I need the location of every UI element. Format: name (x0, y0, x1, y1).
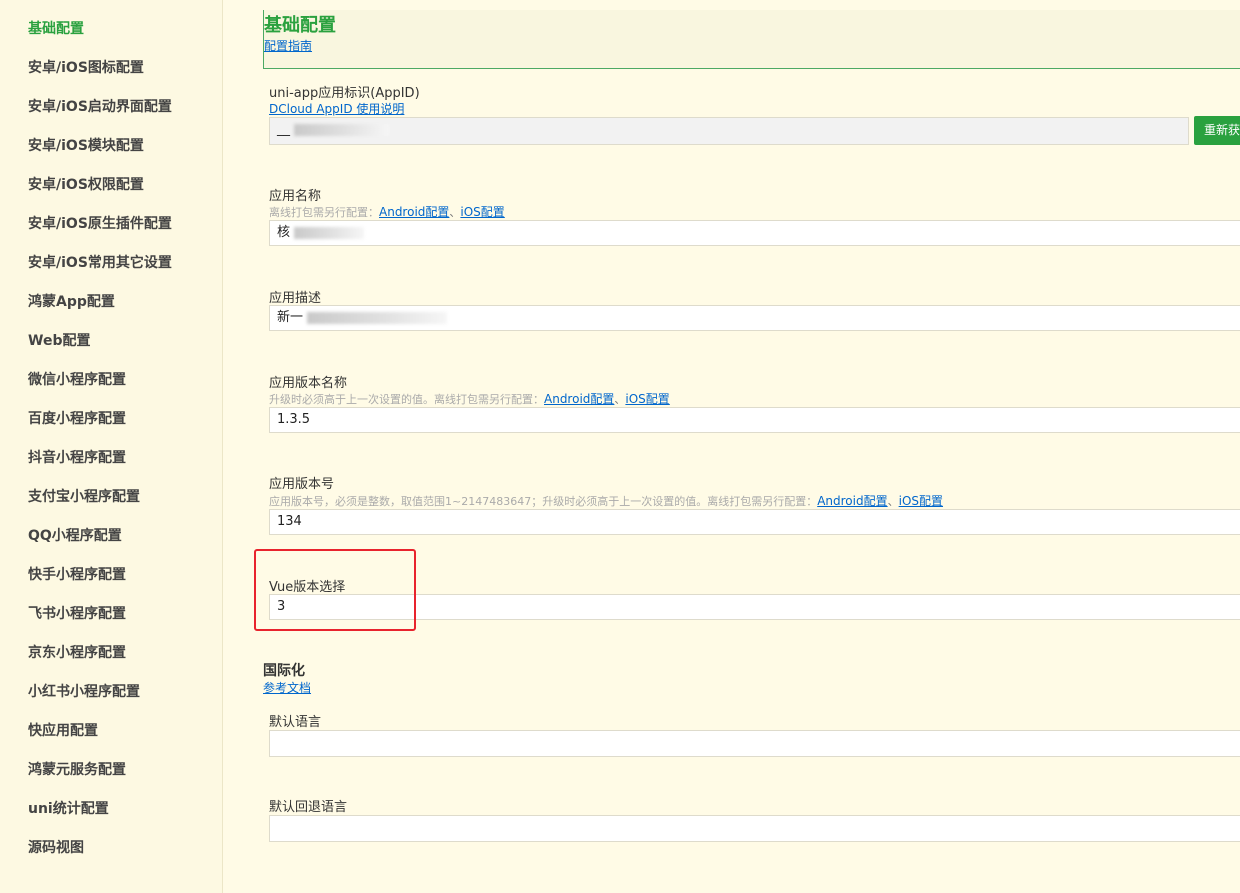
android-config-link[interactable]: Android配置 (379, 205, 449, 219)
redacted-blur (294, 123, 390, 136)
page-header: 基础配置 配置指南 (263, 10, 1240, 69)
ios-config-link[interactable]: iOS配置 (625, 392, 669, 406)
ios-config-link[interactable]: iOS配置 (460, 205, 504, 219)
sidebar-item-harmony-app[interactable]: 鸿蒙App配置 (28, 292, 115, 312)
sidebar-item-permissions[interactable]: 安卓/iOS权限配置 (28, 175, 144, 195)
sidebar-item-qq[interactable]: QQ小程序配置 (28, 526, 122, 546)
appid-label: uni-app应用标识(AppID) (269, 86, 420, 101)
sidebar-item-douyin[interactable]: 抖音小程序配置 (28, 448, 126, 468)
sidebar-item-native-plugins[interactable]: 安卓/iOS原生插件配置 (28, 214, 172, 234)
sidebar-item-feishu[interactable]: 飞书小程序配置 (28, 604, 126, 624)
config-guide-link[interactable]: 配置指南 (264, 37, 312, 54)
version-name-input[interactable]: 1.3.5 (269, 407, 1240, 433)
sidebar-item-baidu[interactable]: 百度小程序配置 (28, 409, 126, 429)
redacted-blur (307, 311, 448, 324)
sidebar-item-quickapp[interactable]: 快应用配置 (28, 721, 98, 741)
sidebar-item-source-view[interactable]: 源码视图 (28, 838, 84, 858)
sidebar-item-weixin[interactable]: 微信小程序配置 (28, 370, 126, 390)
appid-value: __ (277, 122, 290, 137)
version-code-input[interactable]: 134 (269, 509, 1240, 535)
app-desc-label: 应用描述 (269, 291, 322, 306)
refresh-appid-button[interactable]: 重新获取 (1194, 116, 1240, 145)
sidebar-item-icon[interactable]: 安卓/iOS图标配置 (28, 58, 144, 78)
app-name-label: 应用名称 (269, 189, 322, 204)
android-config-link[interactable]: Android配置 (817, 494, 887, 508)
highlight-annotation (254, 549, 416, 631)
i18n-reference-link[interactable]: 参考文档 (263, 679, 311, 696)
version-code-hint: 应用版本号，必须是整数，取值范围1~2147483647；升级时必须高于上一次设… (269, 494, 944, 508)
version-name-label: 应用版本名称 (269, 376, 348, 391)
sidebar-item-basic[interactable]: 基础配置 (28, 19, 84, 39)
sidebar-item-other-settings[interactable]: 安卓/iOS常用其它设置 (28, 253, 172, 273)
appid-help-link[interactable]: DCloud AppID 使用说明 (269, 100, 404, 117)
appid-input[interactable]: __ (269, 117, 1189, 145)
i18n-section-title: 国际化 (263, 663, 305, 679)
page-title: 基础配置 (264, 15, 336, 36)
sidebar-item-modules[interactable]: 安卓/iOS模块配置 (28, 136, 144, 156)
android-config-link[interactable]: Android配置 (544, 392, 614, 406)
sidebar-item-jd[interactable]: 京东小程序配置 (28, 643, 126, 663)
ios-config-link[interactable]: iOS配置 (899, 494, 943, 508)
fallback-language-label: 默认回退语言 (269, 800, 348, 815)
sidebar-item-xiaohongshu[interactable]: 小红书小程序配置 (28, 682, 140, 702)
app-name-hint: 离线打包需另行配置：Android配置、iOS配置 (269, 205, 505, 219)
redacted-blur (294, 226, 365, 239)
default-language-input[interactable] (269, 730, 1240, 757)
version-name-hint: 升级时必须高于上一次设置的值。离线打包需另行配置：Android配置、iOS配置 (269, 392, 670, 406)
default-language-label: 默认语言 (269, 715, 322, 730)
sidebar-item-alipay[interactable]: 支付宝小程序配置 (28, 487, 140, 507)
sidebar-item-splash[interactable]: 安卓/iOS启动界面配置 (28, 97, 172, 117)
sidebar-item-web[interactable]: Web配置 (28, 331, 90, 351)
app-name-input[interactable]: 核 (269, 220, 1240, 246)
main-panel: 基础配置 配置指南 uni-app应用标识(AppID) DCloud AppI… (223, 0, 1240, 893)
sidebar-item-uni-stat[interactable]: uni统计配置 (28, 799, 109, 819)
version-code-label: 应用版本号 (269, 477, 335, 492)
sidebar-item-harmony-service[interactable]: 鸿蒙元服务配置 (28, 760, 126, 780)
app-desc-input[interactable]: 新一 (269, 305, 1240, 331)
app-desc-value: 新一 (277, 310, 304, 325)
sidebar-item-kuaishou[interactable]: 快手小程序配置 (28, 565, 126, 585)
sidebar: 基础配置 安卓/iOS图标配置 安卓/iOS启动界面配置 安卓/iOS模块配置 … (0, 0, 223, 893)
fallback-language-input[interactable] (269, 815, 1240, 842)
app-name-value: 核 (277, 225, 291, 240)
